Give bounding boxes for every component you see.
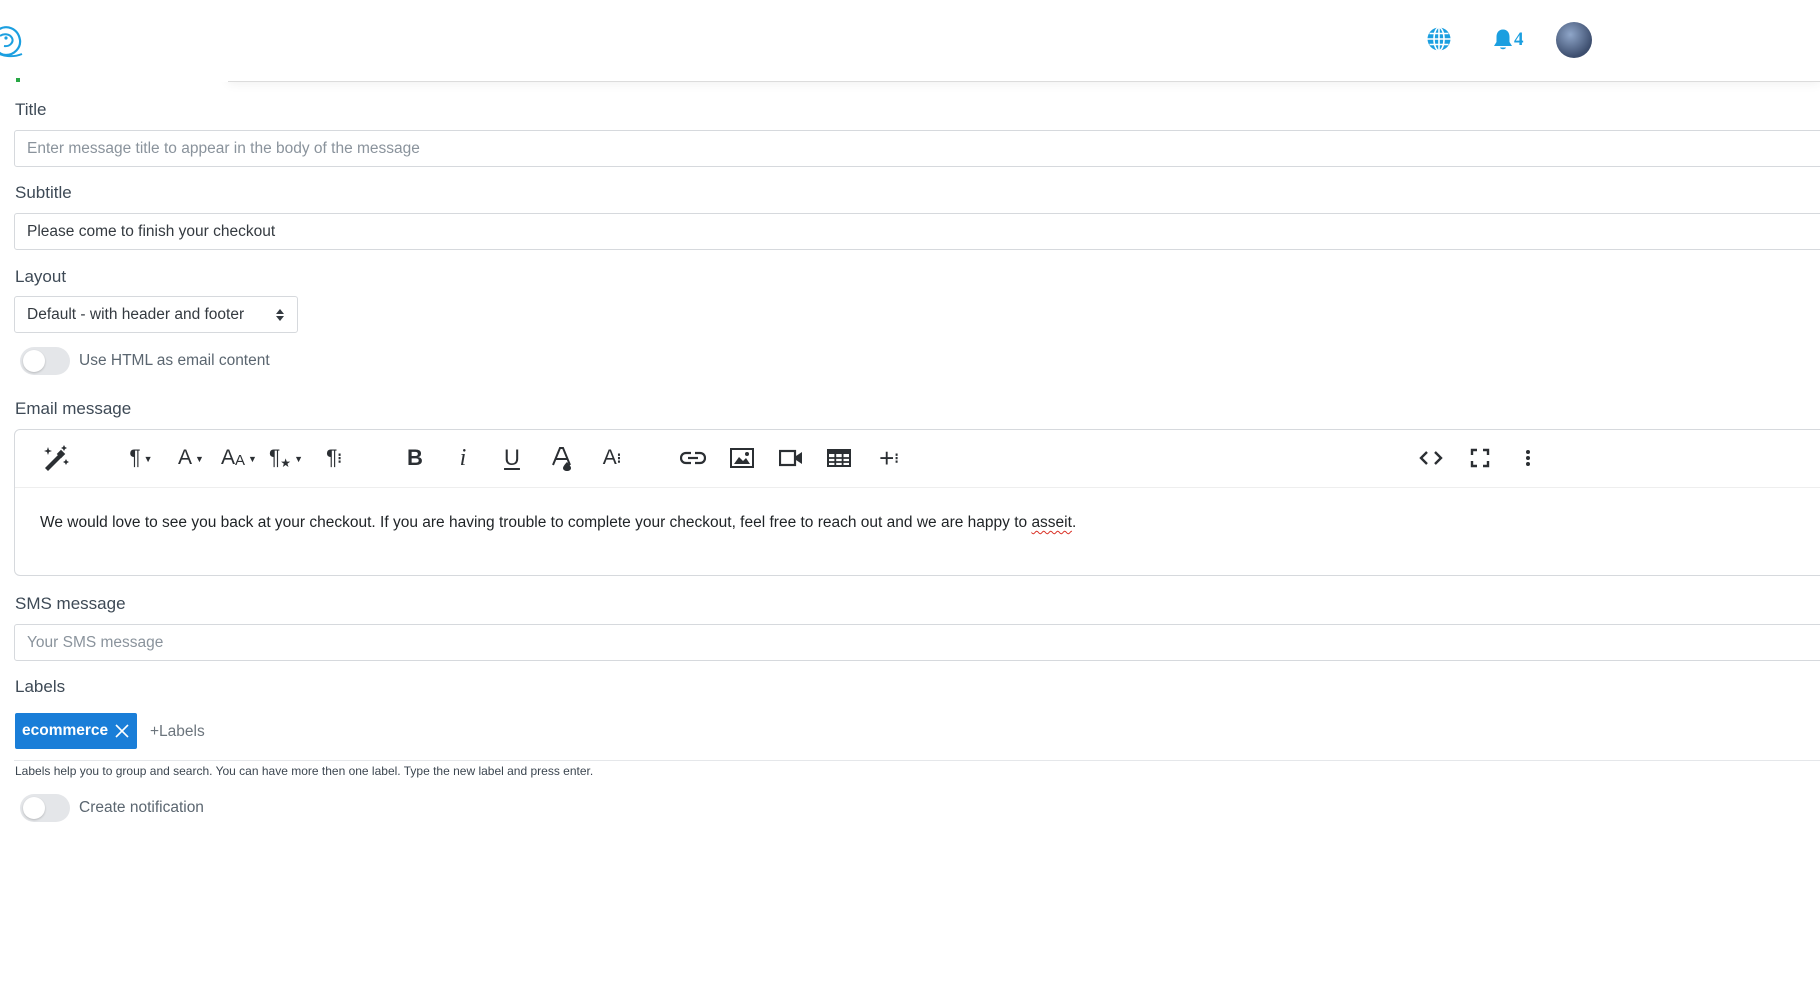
labels-label: Labels <box>15 677 66 696</box>
email-body-end: . <box>1071 514 1077 531</box>
labels-input[interactable]: +Labels <box>150 723 205 741</box>
close-icon[interactable] <box>115 724 129 738</box>
sms-message-input[interactable] <box>14 624 1820 661</box>
magic-wand-icon[interactable] <box>37 442 73 474</box>
paragraph-style-icon[interactable]: ¶ ★ ▼ <box>265 442 307 474</box>
layout-label: Layout <box>15 267 67 286</box>
fullscreen-icon[interactable] <box>1468 442 1492 474</box>
html-content-toggle[interactable] <box>20 347 70 375</box>
subtitle-label: Subtitle <box>15 183 72 202</box>
top-bar: 4 <box>0 0 1820 82</box>
email-editor: ¶ ▼ A ▼ A A ▼ ¶ ★ ▼ ¶ ⁝ B i U A ⁝ + ⁝ We… <box>14 429 1820 576</box>
email-body-misspelled-word: asseit <box>1031 514 1072 531</box>
subtitle-input[interactable] <box>14 213 1820 250</box>
sms-message-label: SMS message <box>15 594 126 613</box>
create-notification-toggle-row: Create notification <box>20 794 204 822</box>
layout-select[interactable]: Default - with header and footer <box>14 296 298 333</box>
text-color-icon[interactable] <box>549 442 575 474</box>
more-insert-icon[interactable]: + ⁝ <box>875 442 903 474</box>
loading-indicator <box>16 78 20 82</box>
brand-area <box>0 0 228 82</box>
table-icon[interactable] <box>826 442 852 474</box>
label-chip[interactable]: ecommerce <box>15 713 138 749</box>
bold-button[interactable]: B <box>403 442 427 474</box>
create-notification-toggle[interactable] <box>20 794 70 822</box>
notifications-button[interactable]: 4 <box>1492 27 1524 53</box>
more-vertical-icon[interactable] <box>1518 442 1538 474</box>
code-view-icon[interactable] <box>1417 442 1445 474</box>
layout-selected-value: Default - with header and footer <box>27 305 245 323</box>
editor-toolbar: ¶ ▼ A ▼ A A ▼ ¶ ★ ▼ ¶ ⁝ B i U A ⁝ + ⁝ <box>15 430 1820 488</box>
avatar[interactable] <box>1556 22 1592 58</box>
html-content-toggle-label: Use HTML as email content <box>79 352 270 369</box>
font-size-icon[interactable]: A A ▼ <box>217 442 261 474</box>
notification-count: 4 <box>1514 29 1524 50</box>
more-text-icon[interactable]: A ⁝ <box>597 442 627 474</box>
email-body-text: We would love to see you back at your ch… <box>40 514 1032 531</box>
more-paragraph-icon[interactable]: ¶ ⁝ <box>319 442 349 474</box>
video-icon[interactable] <box>778 442 804 474</box>
html-content-toggle-row: Use HTML as email content <box>20 347 270 375</box>
create-notification-label: Create notification <box>79 799 204 816</box>
globe-icon[interactable] <box>1426 26 1452 52</box>
labels-help-text: Labels help you to group and search. You… <box>15 764 594 778</box>
label-chip-text: ecommerce <box>22 722 109 739</box>
font-family-icon[interactable]: A ▼ <box>171 442 211 474</box>
image-icon[interactable] <box>729 442 755 474</box>
italic-button[interactable]: i <box>453 442 473 474</box>
title-label: Title <box>15 100 47 119</box>
email-message-label: Email message <box>15 399 132 418</box>
title-input[interactable] <box>14 130 1820 167</box>
paragraph-format-icon[interactable]: ¶ ▼ <box>121 442 161 474</box>
underline-button[interactable]: U <box>499 442 525 474</box>
link-icon[interactable] <box>679 442 707 474</box>
sort-caret-icon <box>275 308 285 322</box>
bell-icon <box>1494 29 1512 50</box>
labels-divider <box>14 760 1820 761</box>
email-editor-body[interactable]: We would love to see you back at your ch… <box>40 514 1076 532</box>
dolphin-logo-icon[interactable] <box>0 22 24 58</box>
